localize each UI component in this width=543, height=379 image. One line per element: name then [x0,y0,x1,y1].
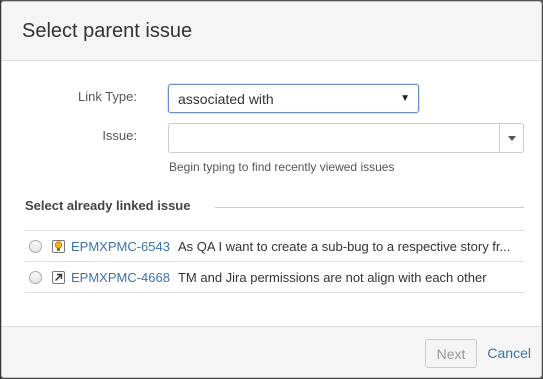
cancel-link[interactable]: Cancel [487,345,531,361]
link-type-select[interactable]: associated with ▼ [168,84,419,113]
radio-button[interactable] [29,239,42,253]
link-type-label: Link Type: [77,89,137,104]
issue-row: Issue: [2,128,152,143]
chevron-down-icon [507,135,516,141]
linked-issues-heading: Select already linked issue [25,198,191,213]
section-divider [215,207,524,208]
arrow-up-right-icon [52,270,65,284]
select-parent-issue-dialog: Select parent issue Link Type: associate… [1,1,542,378]
radio-button[interactable] [29,270,42,284]
lightbulb-icon [52,239,65,253]
link-type-row: Link Type: [2,89,152,104]
issue-summary: TM and Jira permissions are not align wi… [177,269,487,285]
linked-issues-list: EPMXPMC-6543 As QA I want to create a su… [25,230,524,293]
issue-picker-dropdown-button[interactable] [499,124,523,152]
issue-label: Issue: [102,128,137,143]
dialog-footer: Next Cancel [2,326,541,377]
issue-key-link[interactable]: EPMXPMC-4668 [71,270,170,285]
issue-key-link[interactable]: EPMXPMC-6543 [71,239,170,254]
issue-picker-input[interactable] [168,123,524,153]
issue-summary: As QA I want to create a sub-bug to a re… [177,238,511,254]
select-caret-icon: ▼ [400,93,410,104]
link-type-selected-value: associated with [178,90,274,107]
dialog-title: Select parent issue [22,19,193,42]
next-button[interactable]: Next [425,339,477,368]
list-item[interactable]: EPMXPMC-6543 As QA I want to create a su… [25,231,524,262]
issue-hint-text: Begin typing to find recently viewed iss… [169,160,395,174]
list-item[interactable]: EPMXPMC-4668 TM and Jira permissions are… [25,262,524,293]
dialog-header: Select parent issue [2,2,541,61]
